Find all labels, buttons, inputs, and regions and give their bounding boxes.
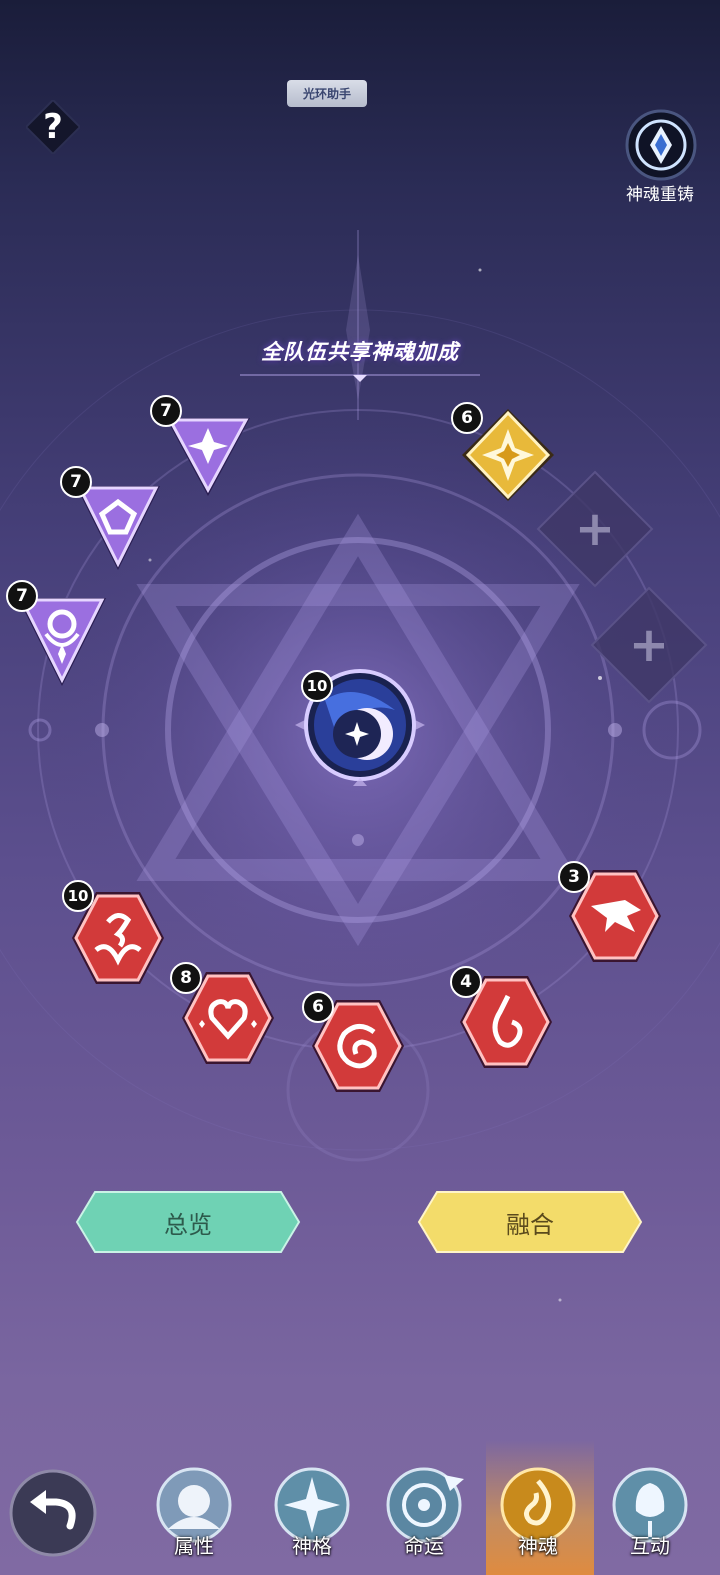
helper-tab-label: 光环助手: [302, 87, 351, 101]
empty-soul-slot[interactable]: +: [590, 586, 708, 704]
level-badge: 6: [302, 991, 334, 1023]
overview-button[interactable]: 总览: [75, 1190, 301, 1254]
level-badge: 7: [60, 466, 92, 498]
level-badge: 10: [62, 880, 94, 912]
fusion-button-label: 融合: [506, 1210, 554, 1239]
nav-tab-soul[interactable]: 神魂: [494, 1465, 582, 1565]
help-question-mark: ?: [43, 107, 63, 147]
nav-tab-attributes[interactable]: 属性: [150, 1465, 238, 1565]
plus-icon: +: [574, 501, 616, 557]
title-underline: [240, 374, 480, 382]
plus-icon: +: [628, 617, 670, 673]
nav-tab-label: 命运: [404, 1534, 444, 1558]
level-badge: 8: [170, 962, 202, 994]
level-badge: 10: [301, 670, 333, 702]
helper-tab[interactable]: 光环助手: [287, 80, 367, 107]
nav-tab-interact[interactable]: 互动: [606, 1465, 694, 1565]
nav-tab-label: 互动: [630, 1534, 670, 1558]
back-button[interactable]: [8, 1468, 98, 1558]
soul-reforge-label: 神魂重铸: [626, 185, 694, 205]
level-badge: 7: [150, 395, 182, 427]
overview-button-label: 总览: [164, 1210, 212, 1239]
nav-tab-fate[interactable]: 命运: [380, 1465, 468, 1565]
team-shared-bonus-title: 全队伍共享神魂加成: [261, 340, 459, 364]
level-badge: 7: [6, 580, 38, 612]
back-arrow-icon: [9, 1469, 97, 1557]
level-badge: 6: [451, 402, 483, 434]
nav-tab-label: 属性: [174, 1534, 214, 1558]
reforge-icon: [625, 109, 697, 181]
level-badge: 4: [450, 966, 482, 998]
nav-tab-label: 神格: [292, 1534, 332, 1558]
help-button[interactable]: ?: [24, 98, 82, 156]
nav-tab-label: 神魂: [518, 1534, 558, 1558]
nav-tab-divinity[interactable]: 神格: [268, 1465, 356, 1565]
fusion-button[interactable]: 融合: [417, 1190, 643, 1254]
level-badge: 3: [558, 861, 590, 893]
empty-soul-slot[interactable]: +: [536, 470, 654, 588]
